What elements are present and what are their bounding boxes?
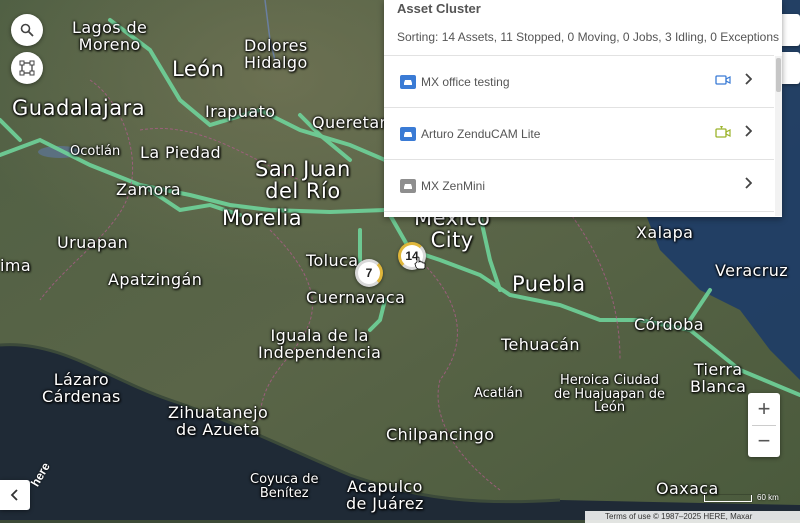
city-label-morelia: Morelia bbox=[222, 206, 303, 230]
map-attribution[interactable]: Terms of use © 1987–2025 HERE, Maxar bbox=[585, 511, 800, 523]
chevron-right-icon[interactable] bbox=[744, 125, 752, 137]
city-label-toluca: Toluca bbox=[306, 251, 359, 270]
panel-summary: Sorting: 14 Assets, 11 Stopped, 0 Moving… bbox=[397, 30, 780, 44]
zoom-control: + − bbox=[748, 393, 780, 457]
map-scale-bar bbox=[704, 495, 752, 502]
city-label-tierrablanca: Tierra Blanca bbox=[690, 360, 747, 396]
city-label-chilpancingo: Chilpancingo bbox=[386, 425, 495, 444]
city-label-cordoba: Córdoba bbox=[634, 315, 704, 334]
camera-alert-icon[interactable] bbox=[715, 126, 731, 139]
city-label-cuernavaca: Cuernavaca bbox=[306, 288, 406, 307]
city-label-heroica: Heroica Ciudad de Huajuapan de León bbox=[554, 373, 666, 416]
zoom-out-button[interactable]: − bbox=[748, 425, 780, 457]
city-label-lapiedad: La Piedad bbox=[140, 143, 222, 162]
car-icon bbox=[400, 74, 416, 89]
city-label-coyuca: Coyuca de Benítez bbox=[250, 472, 319, 501]
city-label-tehuacan: Tehuacán bbox=[501, 335, 580, 354]
asset-name: Arturo ZenduCAM Lite bbox=[421, 126, 541, 141]
city-label-iguala: Iguala de la Independencia bbox=[258, 326, 382, 362]
city-label-acapulco: Acapulco de Juárez bbox=[346, 477, 424, 513]
car-icon bbox=[400, 126, 416, 141]
zoom-in-button[interactable]: + bbox=[748, 393, 780, 425]
video-camera-icon[interactable] bbox=[715, 74, 731, 86]
edge-control-top[interactable] bbox=[782, 14, 800, 46]
city-label-xalapa: Xalapa bbox=[636, 223, 694, 242]
city-label-irapuato: Irapuato bbox=[205, 102, 276, 121]
panel-scrollbar[interactable] bbox=[775, 56, 782, 216]
chevron-left-icon bbox=[10, 489, 18, 501]
chevron-right-icon[interactable] bbox=[744, 177, 752, 189]
panel-title: Asset Cluster bbox=[397, 1, 481, 16]
chevron-right-icon[interactable] bbox=[744, 73, 752, 85]
asset-row[interactable]: Arturo ZenduCAM Lite bbox=[384, 108, 774, 160]
cluster-marker-7[interactable]: 7 bbox=[355, 259, 383, 287]
city-label-dolores: Dolores Hidalgo bbox=[244, 36, 308, 72]
selection-square-icon bbox=[19, 60, 35, 76]
city-label-zihuatanejo: Zihuatanejo de Azueta bbox=[168, 403, 269, 439]
city-label-lagos: Lagos de Moreno bbox=[72, 18, 148, 54]
asset-row[interactable]: MX office testing bbox=[384, 56, 774, 108]
area-select-button[interactable] bbox=[11, 52, 43, 84]
collapse-panel-button[interactable] bbox=[0, 480, 30, 510]
mouse-cursor-icon bbox=[414, 256, 426, 270]
search-button[interactable] bbox=[11, 14, 43, 46]
city-label-guadalajara: Guadalajara bbox=[12, 96, 146, 120]
city-label-uruapan: Uruapan bbox=[57, 233, 129, 252]
asset-row[interactable]: MX ZenMini bbox=[384, 160, 774, 212]
asset-list: MX office testing Arturo ZenduCAM Lite M… bbox=[384, 55, 774, 212]
car-icon bbox=[400, 178, 416, 193]
asset-name: MX office testing bbox=[421, 74, 510, 89]
scrollbar-thumb[interactable] bbox=[776, 58, 781, 92]
map-scale-label: 60 km bbox=[757, 493, 779, 502]
asset-cluster-panel: Asset Cluster Sorting: 14 Assets, 11 Sto… bbox=[384, 0, 782, 217]
city-label-veracruz: Veracruz bbox=[715, 261, 789, 280]
search-icon bbox=[20, 23, 34, 37]
city-label-ima: ima bbox=[0, 256, 32, 275]
city-label-ocotlan: Ocotlán bbox=[70, 144, 121, 159]
city-label-zamora: Zamora bbox=[116, 180, 181, 199]
asset-name: MX ZenMini bbox=[421, 178, 486, 193]
city-label-acatlan: Acatlán bbox=[474, 386, 523, 401]
city-label-lazaro: Lázaro Cárdenas bbox=[42, 370, 121, 406]
city-label-apatzingan: Apatzingán bbox=[108, 270, 203, 289]
city-label-puebla: Puebla bbox=[512, 272, 586, 296]
city-label-leon: León bbox=[172, 57, 225, 81]
edge-control-second[interactable] bbox=[782, 52, 800, 84]
city-label-sanjuan: San Juan del Río bbox=[255, 157, 351, 204]
